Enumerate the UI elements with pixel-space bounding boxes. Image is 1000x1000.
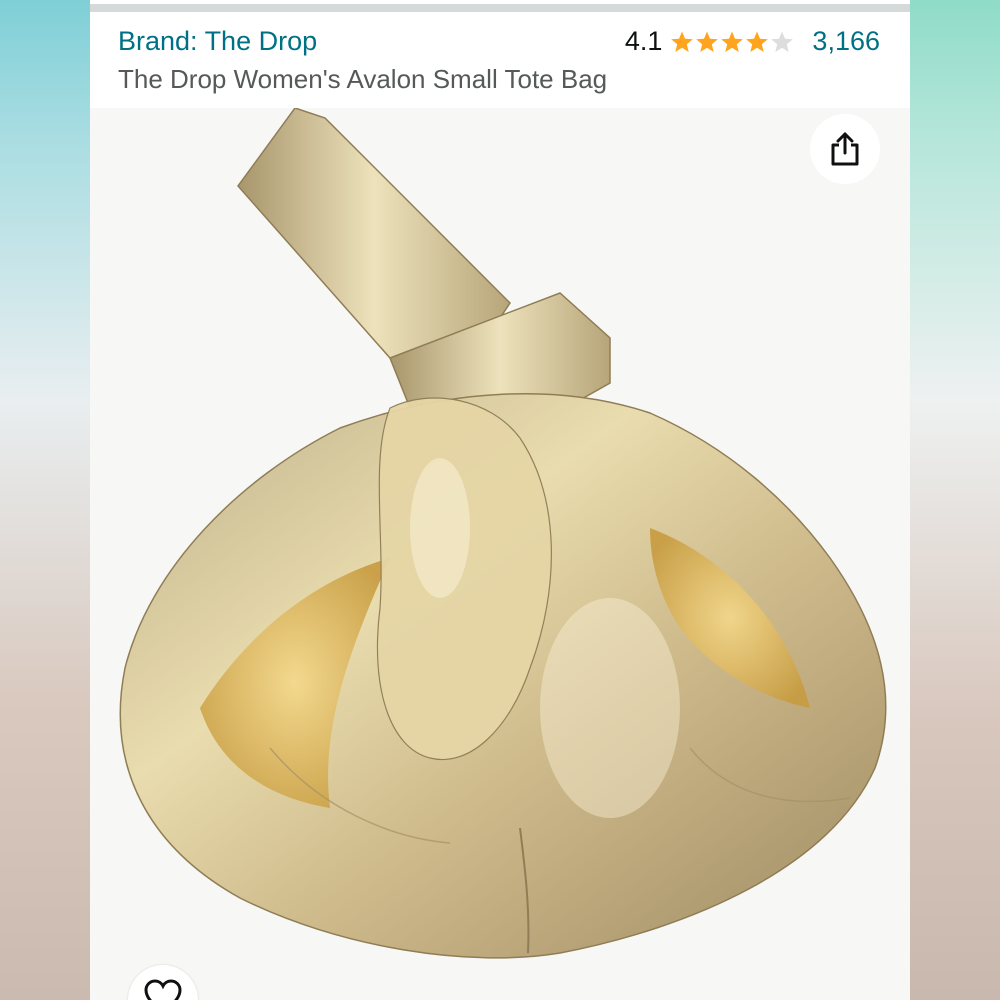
star-icon	[696, 31, 719, 52]
star-icon	[746, 31, 769, 52]
background-right	[910, 0, 1000, 1000]
star-icon	[721, 31, 744, 52]
rating-value: 4.1	[624, 26, 663, 56]
product-photo	[90, 108, 910, 1000]
share-button[interactable]	[810, 114, 880, 184]
star-rating	[670, 30, 794, 54]
share-icon	[831, 132, 859, 166]
product-image-area[interactable]	[90, 108, 910, 1000]
product-title: The Drop Women's Avalon Small Tote Bag	[118, 64, 608, 94]
top-divider	[90, 4, 910, 12]
app-screen: Brand: The Drop The Drop Women's Avalon …	[90, 0, 910, 1000]
product-header: Brand: The Drop The Drop Women's Avalon …	[90, 12, 910, 108]
star-empty-icon	[771, 31, 794, 52]
brand-link[interactable]: Brand: The Drop	[118, 26, 317, 57]
heart-icon	[144, 979, 182, 1000]
rating-summary[interactable]: 4.1 3,166	[625, 26, 880, 57]
star-icon	[671, 31, 694, 52]
review-count-link[interactable]: 3,166	[812, 26, 880, 57]
